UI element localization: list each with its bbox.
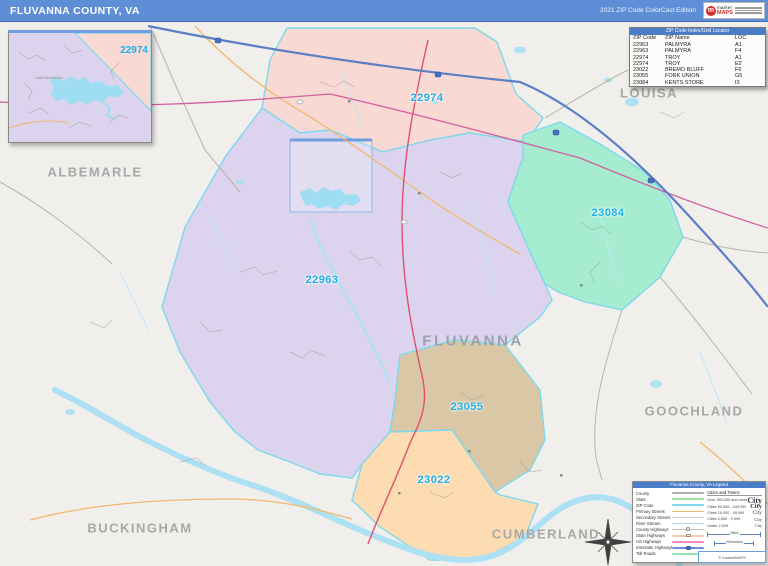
city-size-item: Under 2,500City <box>707 523 762 529</box>
inset-lake-label: Lake Monticello <box>35 75 63 80</box>
marketmaps-logo: m market MAPS <box>703 2 765 19</box>
county-label-albemarle: ALBEMARLE <box>47 165 142 180</box>
county-label-cumberland: CUMBERLAND <box>492 527 600 542</box>
scale-bar-miles: Miles <box>707 531 762 538</box>
zip-label-22963: 22963 <box>305 274 338 286</box>
county-label-goochland: GOOCHLAND <box>645 404 744 419</box>
county-label-louisa: LOUISA <box>620 86 678 101</box>
title-bar: FLUVANNA COUNTY, VA 2021 ZIP Code ColorC… <box>0 0 768 22</box>
map-page: 22974 22963 23084 23055 23022 ALBEMARLE … <box>0 0 768 566</box>
edition-label: 2021 ZIP Code ColorCast Edition <box>600 7 696 14</box>
copyright-box: © marketMAPS <box>698 551 766 563</box>
state-highway-marker-icon <box>686 534 691 538</box>
legend-cities: Cities and Towns Over 250,000 and moreCi… <box>704 490 762 557</box>
logo-address-block <box>735 7 762 15</box>
legend-item: Toll Roads <box>636 551 704 557</box>
table-row: 23084KENTS STOREI3 <box>630 80 765 86</box>
col-zip-name: ZIP Name <box>665 35 735 42</box>
page-title: FLUVANNA COUNTY, VA <box>0 5 140 17</box>
copyright-text: © marketMAPS <box>718 555 746 560</box>
zip-label-23084: 23084 <box>591 207 624 219</box>
scale-bar-kilometers: Kilometers <box>707 540 762 547</box>
zip-table-title: ZIP Code Index/Grid Locator <box>630 28 765 35</box>
col-loc: LOC <box>735 35 765 42</box>
zip-label-22974: 22974 <box>410 92 443 104</box>
zip-table-header-row: ZIP Code ZIP Name LOC <box>630 35 765 42</box>
legend-line-types: County State ZIP Code Primary Streets Se… <box>636 490 704 557</box>
zip-label-23022: 23022 <box>417 474 450 486</box>
zip-index-table: ZIP Code Index/Grid Locator ZIP Code ZIP… <box>629 27 766 87</box>
county-highway-marker-icon <box>686 527 690 531</box>
inset-map-lake-monticello: 22974 Lake Monticello <box>8 30 152 143</box>
logo-ball-icon: m <box>706 6 716 16</box>
county-label-buckingham: BUCKINGHAM <box>87 521 192 536</box>
interstate-shield-icon <box>686 546 691 550</box>
county-label-fluvanna: FLUVANNA <box>422 333 523 350</box>
logo-maps-text: MAPS <box>717 11 733 16</box>
col-zip-code: ZIP Code <box>633 35 665 42</box>
inset-zip-label-22974: 22974 <box>120 45 148 56</box>
zip-label-23055: 23055 <box>450 401 483 413</box>
